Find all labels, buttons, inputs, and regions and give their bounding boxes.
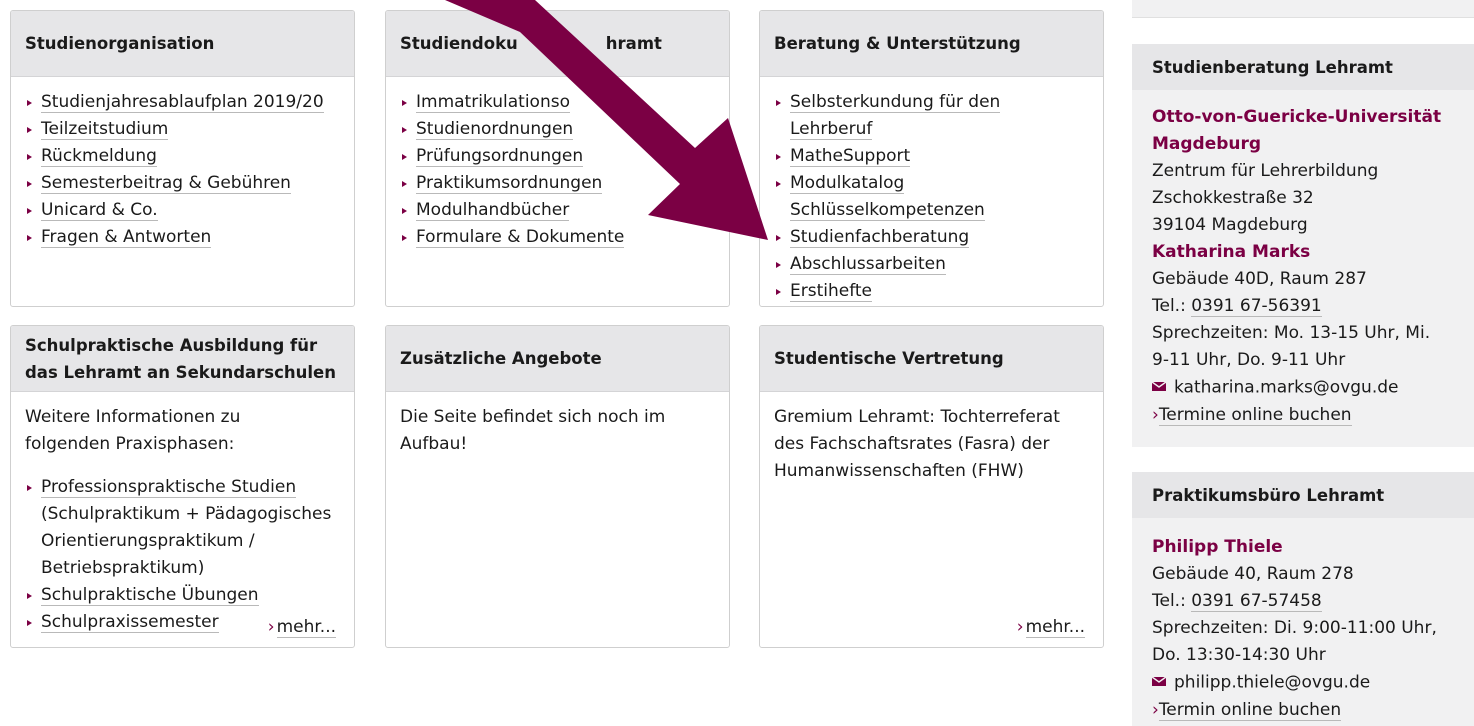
link-list: Professionspraktische Studien (Schulprak… (25, 474, 340, 636)
sidebar-title: Praktikumsbüro Lehramt (1152, 485, 1385, 505)
card-title[interactable]: Studiendoku hramt (400, 30, 662, 57)
booking-link[interactable]: ›Termine online buchen (1152, 402, 1454, 429)
booking-link[interactable]: ›Termin online buchen (1152, 697, 1454, 724)
info-text: Die Seite befindet sich noch im Aufbau! (400, 407, 666, 454)
phone-link[interactable]: 0391 67-57458 (1191, 591, 1322, 612)
link-pruefungsordnungen[interactable]: Prüfungsordnungen (400, 143, 715, 170)
card-studiendokumente: Studiendoku hramt Immatrikulationso Studi… (385, 10, 730, 307)
unit-name: Zentrum für Lehrerbildung (1152, 161, 1379, 181)
chevron-right-icon: › (1152, 699, 1159, 720)
link-modulhandbuecher[interactable]: Modulhandbücher (400, 197, 715, 224)
envelope-icon (1151, 669, 1168, 696)
link-schulpraktische-uebungen[interactable]: Schulpraktische Übungen (25, 582, 340, 609)
link-teilzeitstudium[interactable]: Teilzeitstudium (25, 116, 340, 143)
card-studentische-vertretung: Studentische Vertretung Gremium Lehramt:… (759, 325, 1104, 648)
sidebar-box-top-remnant (1132, 0, 1474, 18)
more-link[interactable]: › mehr... (1017, 614, 1085, 641)
sidebar-praktikumsbuero: Praktikumsbüro Lehramt Philipp Thiele Ge… (1132, 472, 1474, 726)
link-selbsterkundung[interactable]: Selbsterkundung für den Lehrberuf (774, 89, 1089, 143)
link-erstihefte[interactable]: Erstihefte (774, 278, 1089, 305)
phone-row: Tel.: 0391 67-57458 (1152, 591, 1322, 612)
link-rueckmeldung[interactable]: Rückmeldung (25, 143, 340, 170)
sidebar-header: Praktikumsbüro Lehramt (1132, 472, 1474, 518)
card-title[interactable]: Beratung & Unterstützung (774, 30, 1021, 57)
link-semesterbeitrag[interactable]: Semesterbeitrag & Gebühren (25, 170, 340, 197)
card-title[interactable]: Studentische Vertretung (774, 345, 1004, 372)
card-schulpraktische: Schulpraktische Ausbildung für das Lehra… (10, 325, 355, 648)
card-beratung: Beratung & Unterstützung Selbsterkundung… (759, 10, 1104, 307)
chevron-right-icon: › (1152, 404, 1159, 425)
more-link[interactable]: › mehr... (268, 614, 336, 641)
link-list: Selbsterkundung für den Lehrberuf MatheSu… (774, 89, 1089, 305)
contact-person: Philipp Thiele (1152, 537, 1283, 557)
link-mathesupport[interactable]: MatheSupport (774, 143, 1089, 170)
envelope-icon (1151, 374, 1168, 401)
office-hours: Sprechzeiten: Mo. 13-15 Uhr, Mi. 9-11 Uh… (1152, 323, 1431, 370)
intro-text: Weitere Informationen zu folgenden Praxi… (25, 407, 241, 454)
link-formulare-dokumente[interactable]: Formulare & Dokumente (400, 224, 715, 251)
info-text: Gremium Lehramt: Tochterreferat des Fach… (774, 407, 1060, 481)
card-header: Schulpraktische Ausbildung für das Lehra… (11, 326, 354, 392)
link-list: Immatrikulationso Studienordnungen Prüfu… (400, 89, 715, 251)
card-title[interactable]: Zusätzliche Angebote (400, 345, 602, 372)
card-header: Zusätzliche Angebote (386, 326, 729, 392)
link-professionspraktische-studien[interactable]: Professionspraktische Studien (Schulprak… (25, 474, 340, 582)
chevron-right-icon: › (267, 617, 275, 637)
email-link[interactable]: katharina.marks@ovgu.de (1174, 378, 1398, 398)
email-row: katharina.marks@ovgu.de (1151, 374, 1454, 402)
card-header: Beratung & Unterstützung (760, 11, 1103, 77)
link-praktikumsordnungen[interactable]: Praktikumsordnungen (400, 170, 715, 197)
link-studienjahresablaufplan[interactable]: Studienjahresablaufplan 2019/20 (25, 89, 340, 116)
link-unicard[interactable]: Unicard & Co. (25, 197, 340, 224)
room-info: Gebäude 40D, Raum 287 (1152, 269, 1367, 289)
chevron-right-icon: › (1016, 617, 1024, 637)
email-link[interactable]: philipp.thiele@ovgu.de (1174, 673, 1370, 693)
phone-link[interactable]: 0391 67-56391 (1191, 296, 1322, 317)
sidebar-studienberatung: Studienberatung Lehramt Otto-von-Guerick… (1132, 44, 1474, 447)
link-abschlussarbeiten[interactable]: Abschlussarbeiten (774, 251, 1089, 278)
room-info: Gebäude 40, Raum 278 (1152, 564, 1354, 584)
street-address: Zschokkestraße 32 (1152, 188, 1314, 208)
link-modulkatalog[interactable]: Modulkatalog Schlüsselkompetenzen (774, 170, 1089, 224)
sidebar-title: Studienberatung Lehramt (1152, 57, 1393, 77)
link-fragen-antworten[interactable]: Fragen & Antworten (25, 224, 340, 251)
card-title[interactable]: Schulpraktische Ausbildung für das Lehra… (25, 332, 336, 386)
sidebar-header: Studienberatung Lehramt (1132, 44, 1474, 90)
university-name: Otto-von-Guericke-Universität Magdeburg (1152, 107, 1442, 154)
card-title[interactable]: Studienorganisation (25, 30, 214, 57)
email-row: philipp.thiele@ovgu.de (1151, 669, 1454, 697)
link-list: Studienjahresablaufplan 2019/20 Teilzeit… (25, 89, 340, 251)
link-studienordnungen[interactable]: Studienordnungen (400, 116, 715, 143)
phone-row: Tel.: 0391 67-56391 (1152, 296, 1322, 317)
city-address: 39104 Magdeburg (1152, 215, 1308, 235)
card-zusaetzliche-angebote: Zusätzliche Angebote Die Seite befindet … (385, 325, 730, 648)
card-studienorganisation: Studienorganisation Studienjahresablaufp… (10, 10, 355, 307)
card-header: Studentische Vertretung (760, 326, 1103, 392)
office-hours: Sprechzeiten: Di. 9:00-11:00 Uhr, Do. 13… (1152, 618, 1437, 665)
card-header: Studienorganisation (11, 11, 354, 77)
link-studienfachberatung[interactable]: Studienfachberatung (774, 224, 1089, 251)
link-immatrikulationsordnung[interactable]: Immatrikulationso (400, 89, 715, 116)
card-header: Studiendoku hramt (386, 11, 729, 77)
contact-person: Katharina Marks (1152, 242, 1311, 262)
